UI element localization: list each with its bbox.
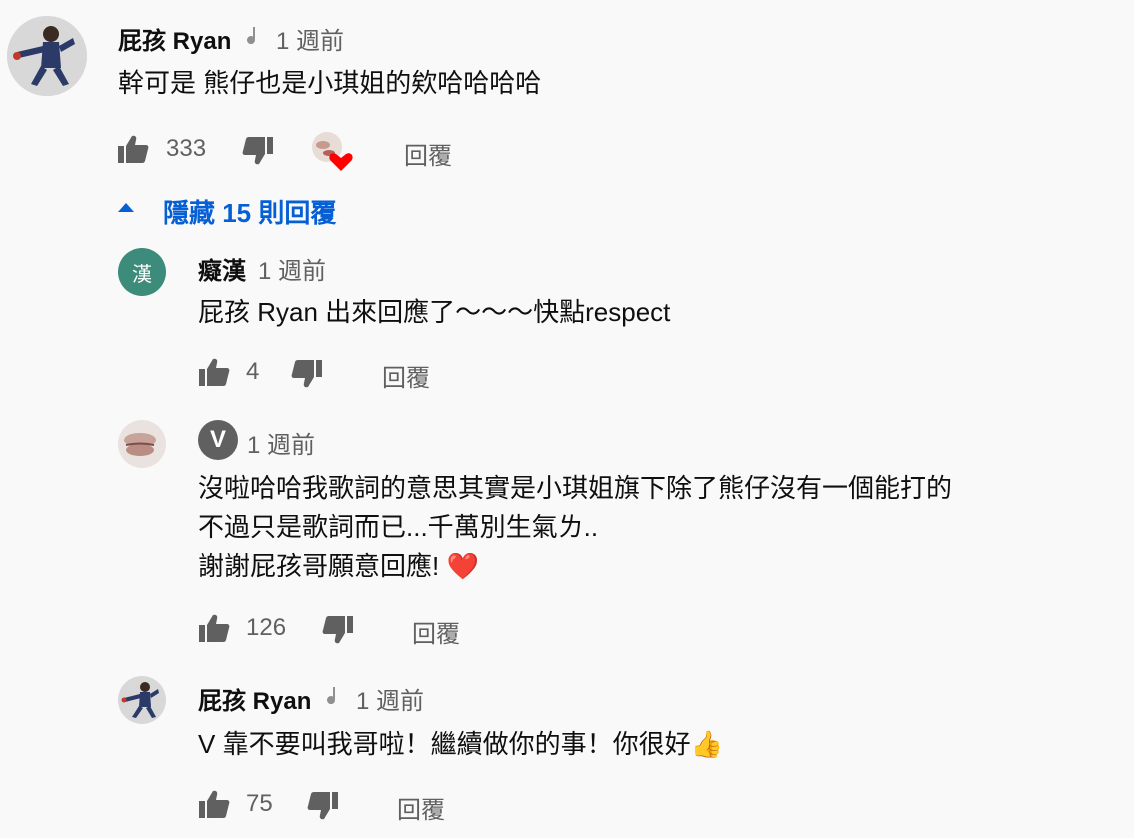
comment-text: 幹可是 熊仔也是小琪姐的欸哈哈哈哈	[118, 68, 542, 98]
chevron-up-icon[interactable]	[117, 200, 135, 218]
hide-replies-button[interactable]: 隱藏 15 則回覆	[163, 193, 336, 230]
comment-text-line: 不過只是歌詞而已...千萬別生氣ㄌ..	[198, 512, 599, 542]
avatar[interactable]	[118, 420, 166, 468]
avatar[interactable]: 漢	[118, 248, 166, 296]
lips-photo-icon	[118, 420, 166, 468]
music-note-icon	[246, 24, 262, 53]
comment-text: 屁孩 Ryan 出來回應了～～～快點respect	[198, 297, 671, 327]
like-count: 126	[246, 614, 287, 641]
thumbs-down-icon[interactable]	[242, 136, 274, 171]
person-photo-icon	[7, 16, 87, 96]
comment-time[interactable]: 1 週前	[356, 681, 424, 716]
avatar[interactable]	[7, 16, 87, 96]
comment-time[interactable]: 1 週前	[258, 251, 326, 286]
comment-time[interactable]: 1 週前	[247, 425, 315, 460]
thumbs-up-icon[interactable]	[198, 613, 230, 648]
thumbs-down-icon[interactable]	[307, 791, 339, 826]
avatar[interactable]	[118, 676, 166, 724]
reply-button[interactable]: 回覆	[397, 790, 445, 825]
comment-time[interactable]: 1 週前	[276, 21, 344, 56]
comment-text-line: 謝謝屁孩哥願意回應! ❤️	[198, 551, 479, 581]
thumbs-up-icon[interactable]	[198, 357, 230, 392]
reply-button[interactable]: 回覆	[382, 358, 430, 393]
comment-text-line: 沒啦哈哈我歌詞的意思其實是小琪姐旗下除了熊仔沒有一個能打的	[198, 473, 953, 503]
thumbs-down-icon[interactable]	[291, 359, 323, 394]
comment-author[interactable]: 屁孩 Ryan	[118, 21, 231, 56]
creator-heart-icon	[311, 131, 355, 178]
thumbs-down-icon[interactable]	[322, 615, 354, 650]
thumbs-up-icon[interactable]	[117, 134, 149, 169]
music-note-icon	[326, 684, 342, 713]
comment-author[interactable]: 屁孩 Ryan	[198, 681, 311, 716]
like-count: 4	[246, 358, 260, 385]
comment-text: V 靠不要叫我哥啦！繼續做你的事！你很好👍	[198, 729, 723, 759]
like-count: 75	[246, 790, 273, 817]
like-count: 333	[166, 135, 207, 162]
thumbs-up-icon[interactable]	[198, 789, 230, 824]
reply-button[interactable]: 回覆	[404, 136, 452, 171]
author-badge-letter: V	[209, 426, 226, 453]
comment-author[interactable]: 癡漢	[198, 251, 246, 286]
reply-button[interactable]: 回覆	[412, 614, 460, 649]
person-photo-icon	[118, 676, 166, 724]
avatar-letter: 漢	[132, 263, 152, 286]
author-badge[interactable]: V	[198, 420, 238, 460]
